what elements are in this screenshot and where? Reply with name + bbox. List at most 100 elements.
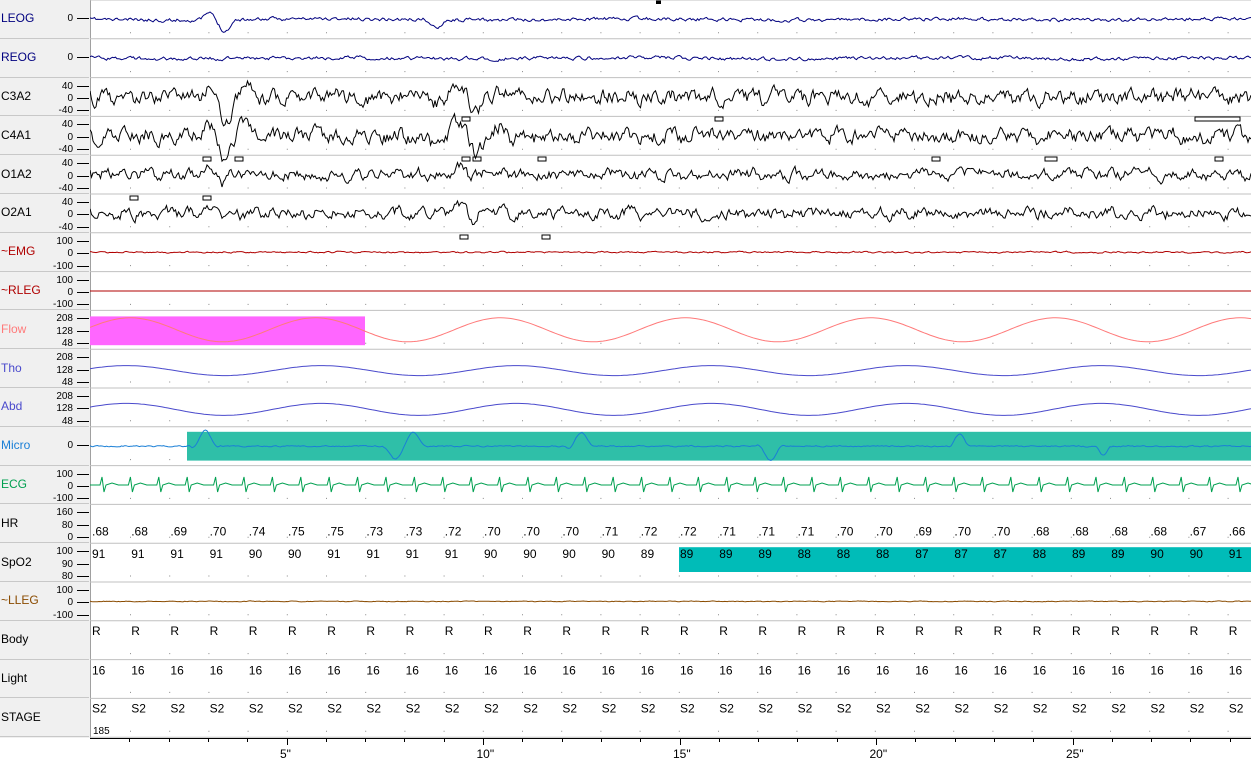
c4a1-trace <box>90 112 1251 163</box>
channel-label-abd[interactable]: Abd 208 128 48 <box>0 388 89 427</box>
body-position: R <box>1150 624 1159 638</box>
tho-trace <box>90 365 1251 377</box>
time-tick <box>129 739 131 742</box>
channel-label-light[interactable]: Light <box>0 660 89 699</box>
event-marker <box>202 156 212 162</box>
hr-value: .75 <box>327 524 344 538</box>
channel-label-body[interactable]: Body <box>0 621 89 660</box>
reog-trace <box>90 54 1251 62</box>
scale-label: 0 <box>67 286 73 298</box>
hr-value: .71 <box>719 524 736 538</box>
scale-label: 100 <box>56 235 73 247</box>
scale-tick <box>77 136 89 138</box>
scale-label: 40 <box>61 80 73 92</box>
channel-label-tho[interactable]: Tho 208 128 48 <box>0 349 89 388</box>
channel-label-stage[interactable]: STAGE <box>0 698 89 738</box>
scale-tick <box>77 445 89 447</box>
hr-value: .68 <box>1033 524 1050 538</box>
c3a2-trace <box>90 79 1251 127</box>
light-value: 16 <box>915 664 929 678</box>
time-tick <box>1151 739 1153 742</box>
hr-value: .73 <box>406 524 423 538</box>
abd-trace <box>90 402 1251 416</box>
light-value: 16 <box>837 664 851 678</box>
sleep-stage: S2 <box>406 701 421 715</box>
event-marker <box>461 156 471 162</box>
scale-tick <box>77 97 89 99</box>
time-tick <box>1072 739 1074 745</box>
sleep-stage: S2 <box>602 701 617 715</box>
body-position: R <box>719 624 728 638</box>
event-marker <box>537 156 547 162</box>
channel-label-emg[interactable]: ~EMG 100 0 -100 <box>0 233 89 272</box>
scale-tick <box>77 330 89 332</box>
time-label: 25" <box>1066 747 1084 761</box>
sleep-stage: S2 <box>1229 701 1244 715</box>
sleep-stage: S2 <box>954 701 969 715</box>
spo2-value: 91 <box>1229 547 1243 561</box>
channel-name: STAGE <box>1 709 41 724</box>
hr-value: .68 <box>1072 524 1089 538</box>
scale-label: 0 <box>67 131 73 143</box>
time-tick <box>915 739 917 742</box>
epoch-number: 185 <box>93 726 110 737</box>
light-value: 16 <box>1111 664 1125 678</box>
spo2-value: 90 <box>249 547 263 561</box>
body-position: R <box>406 624 415 638</box>
time-tick <box>247 739 249 742</box>
spo2-value: 91 <box>210 547 224 561</box>
body-position: R <box>680 624 689 638</box>
time-tick <box>797 739 799 742</box>
sleep-stage: S2 <box>719 701 734 715</box>
channel-label-c3a2[interactable]: C3A2 40 0 -40 <box>0 78 89 117</box>
body-position: R <box>210 624 219 638</box>
channel-label-lleg[interactable]: ~LLEG 100 0 -100 <box>0 582 89 621</box>
channel-label-o2a1[interactable]: O2A1 40 0 -40 <box>0 194 89 233</box>
spo2-value: 89 <box>1072 547 1086 561</box>
scale-tick <box>77 187 89 189</box>
scale-tick <box>77 357 89 359</box>
channel-label-hr[interactable]: HR 160 80 0 <box>0 504 89 544</box>
light-value: 16 <box>994 664 1008 678</box>
channel-name: Body <box>1 632 29 647</box>
hr-value: .71 <box>602 524 619 538</box>
light-value: 16 <box>366 664 380 678</box>
scale-tick <box>77 590 89 591</box>
channel-label-flow[interactable]: Flow 208 128 48 <box>0 310 89 350</box>
channel-label-ecg[interactable]: ECG 100 0 -100 <box>0 466 89 505</box>
channel-label-spo2[interactable]: SpO2 100 90 80 <box>0 543 89 582</box>
light-value: 16 <box>288 664 302 678</box>
spo2-value: 91 <box>406 547 420 561</box>
sleep-stage: S2 <box>1190 701 1205 715</box>
spo2-value: 87 <box>994 547 1008 561</box>
spo2-value: 88 <box>798 547 812 561</box>
time-axis: 5" 10" 15" 20" 25" <box>90 738 1251 765</box>
time-tick <box>1033 739 1035 742</box>
sleep-stage: S2 <box>876 701 891 715</box>
scale-tick <box>77 602 89 604</box>
channel-label-c4a1[interactable]: C4A1 40 0 -40 <box>0 116 89 156</box>
channel-label-leog[interactable]: LEOG 0 <box>0 0 89 39</box>
psg-viewer: LEOG 0 REOG 0 C3A2 40 0 -40 C4A1 40 0 -40 O1A2 40 0 -40… <box>0 0 1251 764</box>
channel-label-rleg[interactable]: ~RLEG 100 0 -100 <box>0 272 89 311</box>
channel-label-o1a2[interactable]: O1A2 40 0 -40 <box>0 155 89 194</box>
time-tick <box>993 739 995 742</box>
scale-label: -100 <box>52 260 73 272</box>
scale-label: 100 <box>56 585 73 596</box>
channel-label-panel: LEOG 0 REOG 0 C3A2 40 0 -40 C4A1 40 0 -40 O1A2 40 0 -40… <box>0 0 91 738</box>
hr-value: .72 <box>445 524 462 538</box>
channel-name: SpO2 <box>1 554 32 569</box>
scale-label: 90 <box>61 558 73 570</box>
sleep-stage: S2 <box>445 701 460 715</box>
sleep-stage: S2 <box>641 701 656 715</box>
hr-value: .68 <box>1111 524 1128 538</box>
spo2-value: 88 <box>876 547 890 561</box>
time-tick <box>640 739 642 742</box>
lleg-trace <box>90 600 1251 603</box>
body-position: R <box>484 624 493 638</box>
light-value: 16 <box>327 664 341 678</box>
channel-label-reog[interactable]: REOG 0 <box>0 39 89 78</box>
channel-label-micro[interactable]: Micro 0 <box>0 427 89 466</box>
hr-value: .71 <box>798 524 815 538</box>
scale-label: 100 <box>56 274 73 286</box>
